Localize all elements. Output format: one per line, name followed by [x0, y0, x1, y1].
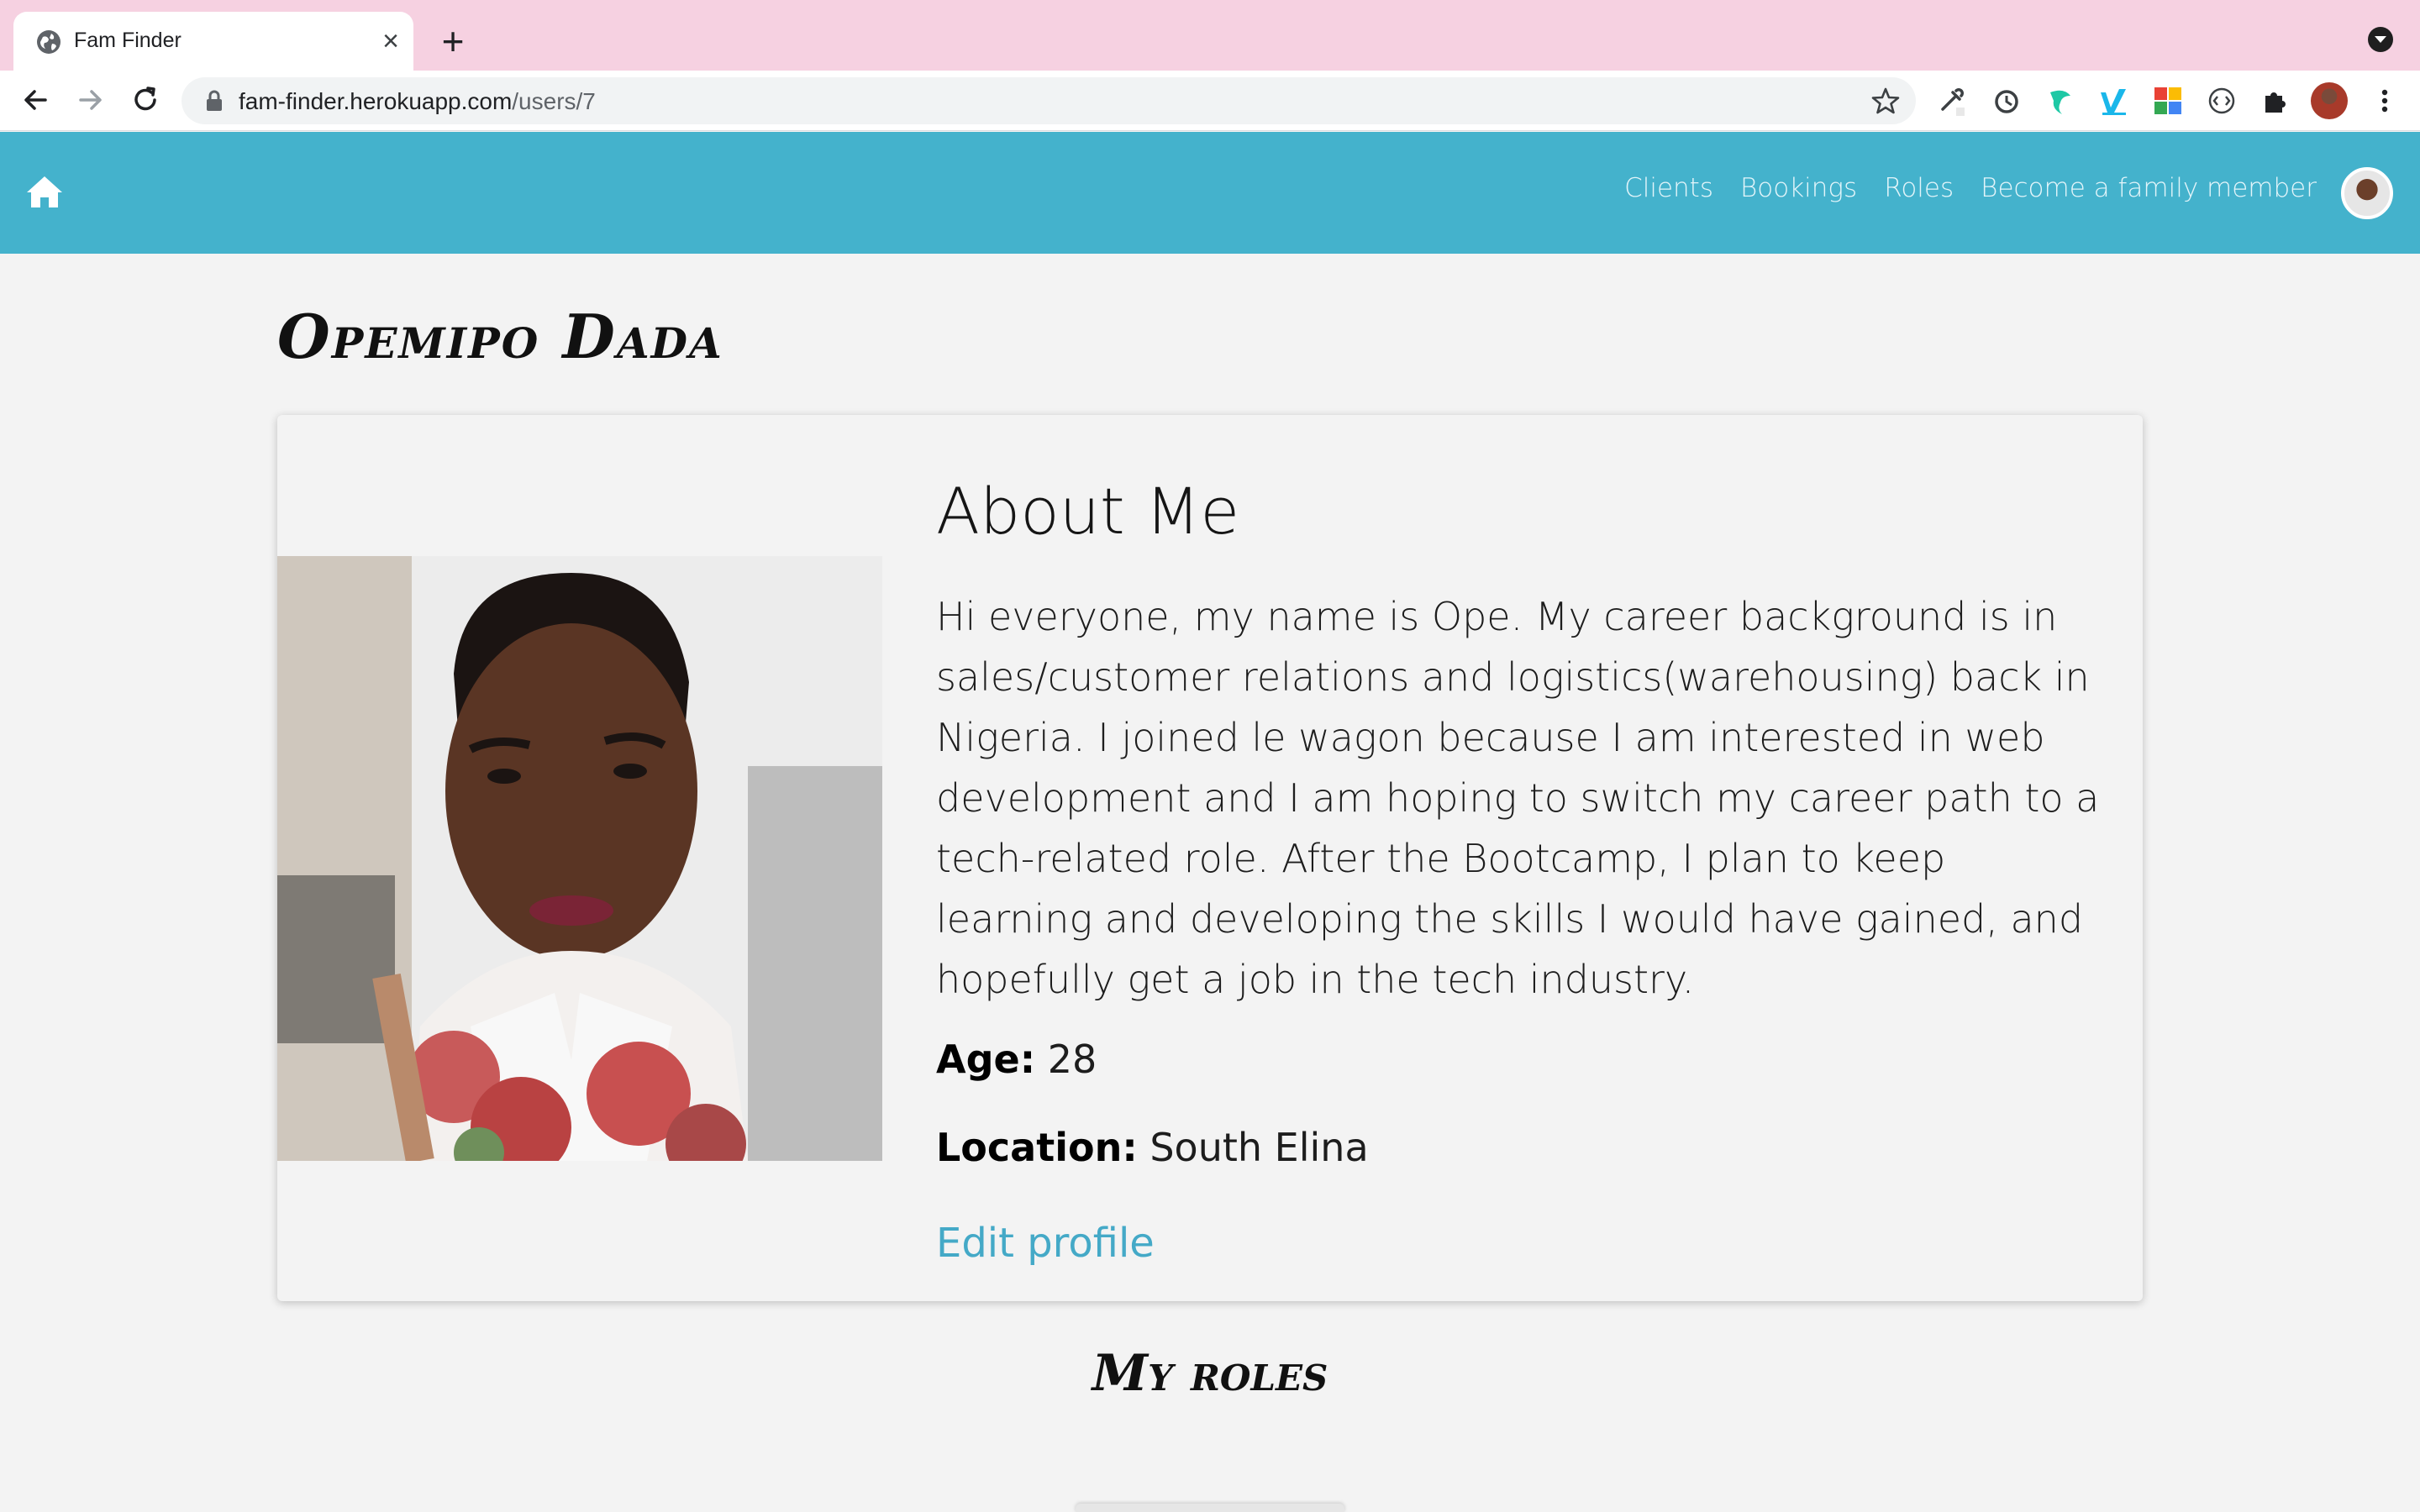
nav-link-bookings[interactable]: Bookings	[1740, 173, 1857, 203]
edit-profile-link[interactable]: Edit profile	[936, 1220, 1155, 1267]
user-avatar[interactable]	[2341, 167, 2393, 219]
eyedropper-icon[interactable]	[1934, 84, 1968, 118]
vimeo-icon[interactable]	[2097, 84, 2131, 118]
url-path: /users/7	[512, 88, 596, 114]
puzzle-icon[interactable]	[2259, 84, 2292, 118]
age-row: Age: 28	[936, 1037, 1097, 1082]
location-value: South Elina	[1150, 1125, 1369, 1170]
lock-icon	[207, 90, 222, 111]
age-value: 28	[1047, 1037, 1097, 1082]
browser-tab[interactable]: Fam Finder ×	[13, 12, 413, 71]
browser-tab-bar: Fam Finder × +	[0, 0, 2420, 71]
bio-text: Hi everyone, my name is Ope. My career b…	[936, 594, 2100, 1002]
reload-icon[interactable]	[124, 79, 166, 121]
kebab-icon[interactable]	[2368, 84, 2402, 118]
plus-icon[interactable]: +	[432, 20, 474, 62]
home-icon[interactable]	[25, 174, 64, 209]
url-domain: fam-finder.herokuapp.com	[239, 88, 513, 114]
site-navbar: Clients Bookings Roles Become a family m…	[0, 132, 2420, 254]
code-icon[interactable]	[2205, 84, 2238, 118]
browser-toolbar: fam-finder.herokuapp.com/users/7	[0, 71, 2420, 131]
tab-title: Fam Finder	[74, 29, 182, 52]
role-card-peek	[1076, 1504, 1344, 1512]
location-row: Location: South Elina	[936, 1125, 1369, 1170]
location-label: Location:	[936, 1125, 1138, 1170]
nav-links: Clients Bookings Roles Become a family m…	[1624, 173, 2317, 203]
leaf-icon[interactable]	[2044, 84, 2077, 118]
timer-icon[interactable]	[1990, 84, 2023, 118]
grid-icon[interactable]	[2151, 84, 2185, 118]
profile-photo	[277, 556, 882, 1161]
forward-icon[interactable]	[69, 79, 111, 121]
profile-card: About Me Hi everyone, my name is Ope. My…	[277, 415, 2143, 1301]
star-icon[interactable]	[1870, 86, 1901, 116]
page-title: Opemipo Dada	[277, 301, 723, 372]
close-icon[interactable]: ×	[373, 24, 408, 59]
globe-icon	[37, 30, 60, 54]
my-roles-heading: My roles	[1092, 1344, 1328, 1403]
age-label: Age:	[936, 1037, 1036, 1082]
browser-profile-avatar[interactable]	[2311, 82, 2348, 119]
nav-link-become-family-member[interactable]: Become a family member	[1981, 173, 2317, 203]
about-me-heading: About Me	[936, 474, 1240, 549]
nav-link-roles[interactable]: Roles	[1884, 173, 1954, 203]
address-bar[interactable]: fam-finder.herokuapp.com/users/7	[182, 77, 1916, 124]
nav-link-clients[interactable]: Clients	[1624, 173, 1713, 203]
url-text: fam-finder.herokuapp.com/users/7	[239, 88, 596, 115]
back-icon[interactable]	[15, 79, 57, 121]
tab-search-button[interactable]	[2368, 27, 2393, 52]
